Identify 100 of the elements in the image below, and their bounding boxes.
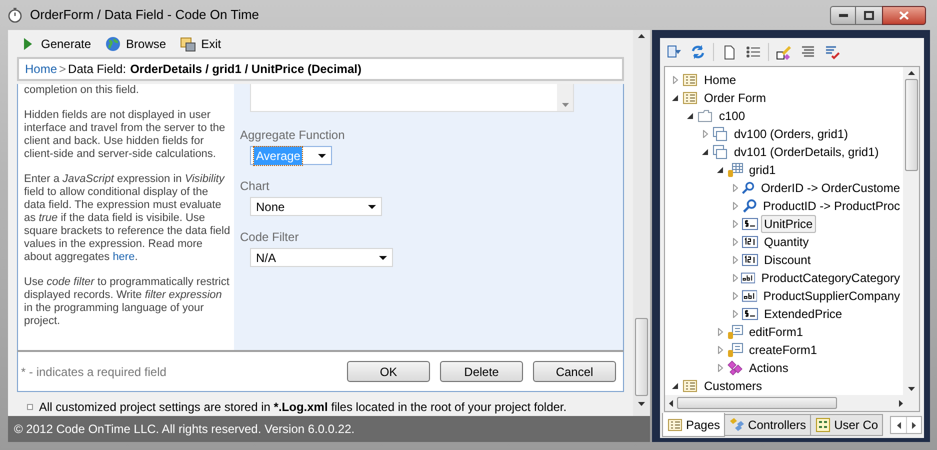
toolbar-button[interactable]: Generate xyxy=(20,34,92,52)
collapsed-arrow-icon[interactable] xyxy=(731,310,739,318)
maximize-icon xyxy=(864,10,874,20)
windows-icon xyxy=(180,36,196,52)
page-icon xyxy=(682,72,698,88)
number-field-icon xyxy=(742,234,758,250)
expanded-arrow-icon[interactable] xyxy=(671,94,679,102)
dialog-button[interactable]: OK xyxy=(347,361,430,382)
collapsed-arrow-icon[interactable] xyxy=(731,274,738,282)
edit-properties-icon xyxy=(776,44,792,60)
tree-item[interactable]: Order Form xyxy=(701,89,770,107)
sync-icon xyxy=(666,44,682,60)
expanded-arrow-icon[interactable] xyxy=(716,166,724,174)
toolbar-button[interactable]: Exit xyxy=(180,34,222,52)
collapsed-arrow-icon[interactable] xyxy=(716,328,724,336)
currency-field-icon xyxy=(742,306,758,322)
tree-item[interactable]: Home xyxy=(701,71,740,89)
tree-item[interactable]: createForm1 xyxy=(746,341,820,359)
breadcrumb-label: Data Field: xyxy=(68,61,126,78)
scrollbar[interactable] xyxy=(903,67,919,395)
form-icon xyxy=(727,324,743,340)
dropdown-arrow-icon xyxy=(368,204,376,208)
collapsed-arrow-icon[interactable] xyxy=(731,238,739,246)
maximize-button[interactable] xyxy=(856,6,882,24)
dialog-button[interactable]: Delete xyxy=(440,361,523,382)
tree-item[interactable]: ProductCategoryCategory xyxy=(758,269,903,287)
expanded-arrow-icon[interactable] xyxy=(686,112,694,120)
scroll-down-icon xyxy=(562,103,568,107)
tab[interactable]: User Co xyxy=(810,414,884,436)
home-link[interactable]: Home xyxy=(25,60,58,78)
tree-item[interactable]: Actions xyxy=(746,359,792,377)
collapsed-arrow-icon[interactable] xyxy=(731,292,739,300)
tree-item[interactable]: Quantity xyxy=(761,233,812,251)
tree-item[interactable]: UnitPrice xyxy=(761,215,816,233)
tab[interactable]: Pages xyxy=(662,413,726,437)
tree-item[interactable]: Customers xyxy=(701,377,766,395)
field-label: Chart xyxy=(240,178,270,195)
minimize-button[interactable] xyxy=(830,6,856,24)
stacked-windows-icon xyxy=(712,126,728,142)
tree-item[interactable]: ProductSupplierCompany xyxy=(760,287,903,305)
collapsed-arrow-icon[interactable] xyxy=(731,184,738,192)
collapsed-arrow-icon[interactable] xyxy=(716,346,724,354)
dropdown[interactable]: None xyxy=(250,197,382,216)
toolbar-button[interactable]: Browse xyxy=(105,34,166,52)
expanded-arrow-icon[interactable] xyxy=(671,382,679,390)
tree-item[interactable]: dv101 (OrderDetails, grid1) xyxy=(731,143,882,161)
magnifier-icon xyxy=(742,198,757,214)
collapsed-arrow-icon[interactable] xyxy=(701,130,709,138)
tree-item[interactable]: Discount xyxy=(761,251,814,269)
scroll-up-icon xyxy=(638,34,645,38)
lines-icon xyxy=(800,44,816,60)
scroll-thumb[interactable] xyxy=(904,79,918,171)
tree-item[interactable]: ExtendedPrice xyxy=(761,305,846,323)
checklist-icon xyxy=(824,44,840,60)
scroll-up-icon xyxy=(908,71,914,75)
tree-item[interactable]: ProductID -> ProductProc xyxy=(760,197,903,215)
tree-item[interactable]: dv100 (Orders, grid1) xyxy=(731,125,852,143)
here-link[interactable]: here xyxy=(112,251,135,263)
number-field-icon xyxy=(742,252,758,268)
scrollbar[interactable] xyxy=(557,84,573,111)
dialog-button[interactable]: Cancel xyxy=(533,361,616,382)
magnifier-icon xyxy=(740,180,755,196)
tab[interactable]: Controllers xyxy=(724,414,812,436)
tree-item[interactable]: grid1 xyxy=(746,161,779,179)
settings-note: All customized project settings are stored in *.Log.xml files located in the root of your project folder. xyxy=(39,399,567,416)
field-label: Aggregate Function xyxy=(240,127,346,144)
tree-item[interactable]: editForm1 xyxy=(746,323,806,341)
horizontal-scrollbar[interactable] xyxy=(665,395,919,411)
scroll-thumb[interactable] xyxy=(677,397,837,409)
scroll-down-icon xyxy=(908,387,914,391)
right-arrow-icon xyxy=(912,422,916,428)
close-button[interactable] xyxy=(882,6,926,24)
list-icon xyxy=(745,44,761,60)
help-paragraph: Use code filter to programmatically restrict displayed records. Write filter expression in the programming language of your project. xyxy=(24,276,230,328)
dropdown-arrow-icon xyxy=(379,256,387,260)
window-title: OrderForm / Data Field - Code On Time xyxy=(30,6,260,24)
left-arrow-icon xyxy=(896,422,900,428)
close-icon xyxy=(899,10,909,20)
controller-icon xyxy=(729,417,746,433)
collapsed-arrow-icon[interactable] xyxy=(671,76,679,84)
scroll-thumb[interactable] xyxy=(635,318,648,396)
refresh-icon xyxy=(690,44,706,60)
toolbar-button[interactable] xyxy=(775,43,793,61)
collapsed-arrow-icon[interactable] xyxy=(731,202,739,210)
collapsed-arrow-icon[interactable] xyxy=(731,256,739,264)
help-paragraph: Enter a JavaScript expression in Visibility field to allow conditional display of the data field. The expression must evaluate as true if the data field is visibile. Use square brackets to reference the data field values in the expression. Read more about aggregates here. xyxy=(24,173,232,264)
currency-field-icon xyxy=(742,216,758,232)
copyright-text: © 2012 Code OnTime LLC. All rights reserved. Version 6.0.0.22. xyxy=(14,421,355,438)
collapsed-arrow-icon[interactable] xyxy=(716,364,724,372)
breadcrumb-value: OrderDetails / grid1 / UnitPrice (Decimal) xyxy=(130,61,362,78)
panel-icon xyxy=(697,108,713,124)
tree-item[interactable]: c100 xyxy=(716,107,748,125)
dropdown[interactable]: N/A xyxy=(250,248,393,267)
expanded-arrow-icon[interactable] xyxy=(701,148,709,156)
text-field-icon xyxy=(742,288,758,304)
grid-icon xyxy=(727,162,743,178)
page-icon xyxy=(682,90,698,106)
scrollbar[interactable] xyxy=(633,30,650,416)
collapsed-arrow-icon[interactable] xyxy=(731,220,739,228)
tree-item[interactable]: OrderID -> OrderCustome xyxy=(758,179,903,197)
